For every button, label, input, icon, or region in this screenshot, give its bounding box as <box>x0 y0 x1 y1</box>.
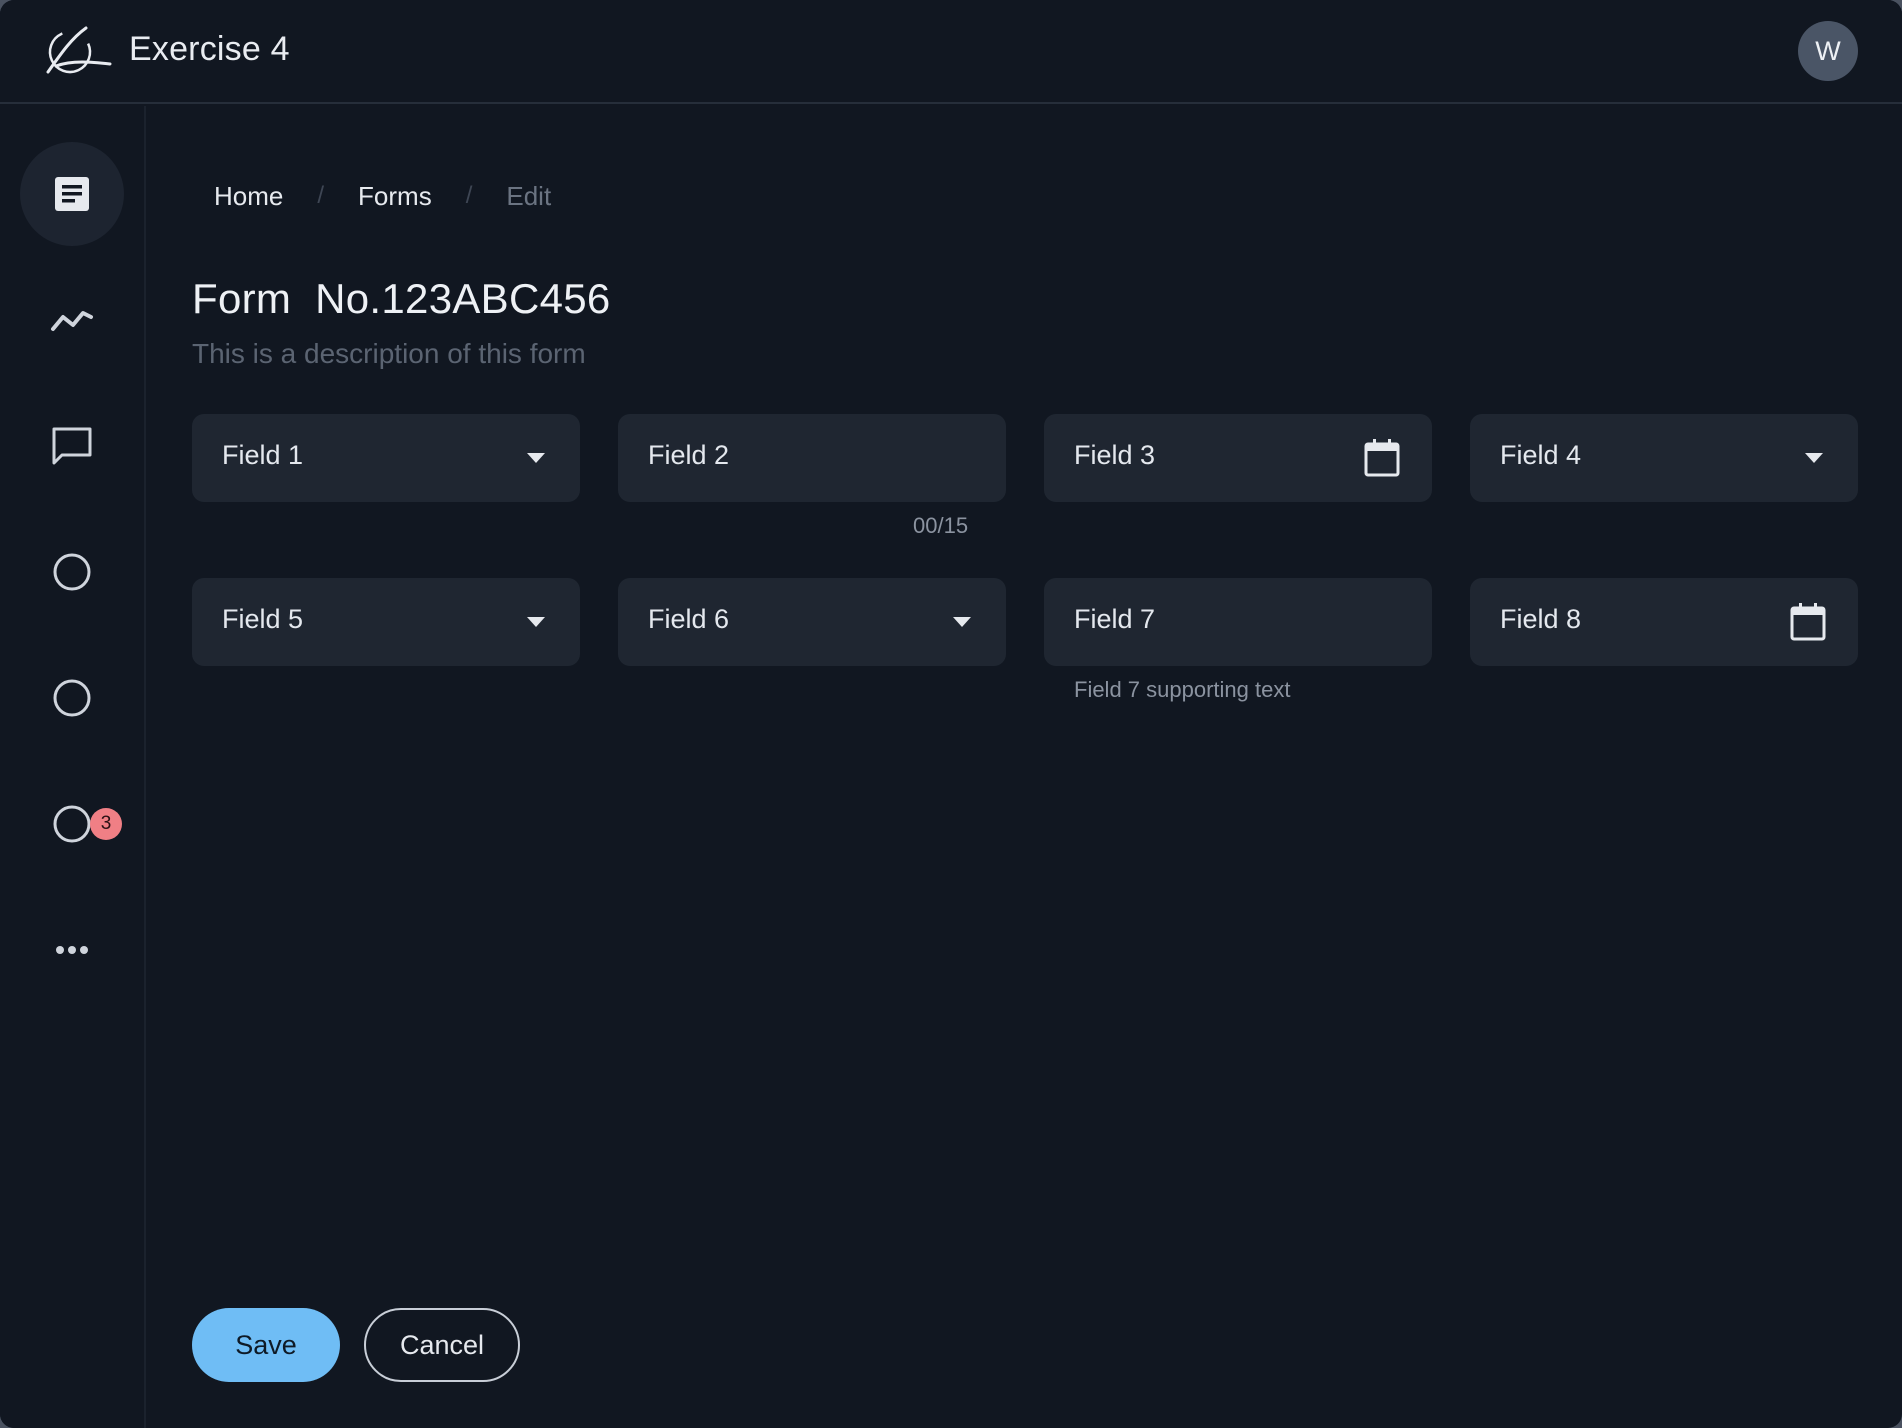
breadcrumb-forms[interactable]: Forms <box>358 181 432 212</box>
sidebar-item-placeholder-1[interactable] <box>20 520 124 624</box>
document-icon <box>55 177 89 211</box>
sidebar-item-messages[interactable] <box>20 394 124 498</box>
caret-down-icon <box>492 578 580 666</box>
field-label: Field 1 <box>222 440 304 470</box>
character-counter: 00/15 <box>913 513 969 538</box>
sidebar-item-notifications[interactable]: 3 <box>20 772 124 876</box>
breadcrumb-separator: / <box>465 182 473 209</box>
field-label: Field 2 <box>648 440 730 470</box>
field-4-select[interactable]: Field 4 <box>1470 414 1858 502</box>
sidebar-item-placeholder-2[interactable] <box>20 646 124 750</box>
calendar-icon[interactable] <box>1758 578 1858 666</box>
logo-icon <box>46 26 112 74</box>
field-label: Field 8 <box>1500 604 1582 634</box>
field-3-date[interactable]: Field 3 <box>1044 414 1432 502</box>
circle-icon <box>53 553 91 591</box>
notification-badge: 3 <box>90 808 122 840</box>
field-5-select[interactable]: Field 5 <box>192 578 580 666</box>
field-label: Field 5 <box>222 604 304 634</box>
top-bar: Exercise 4 W <box>0 0 1902 104</box>
sidebar-item-documents[interactable] <box>20 142 124 246</box>
cancel-button[interactable]: Cancel <box>364 1308 520 1382</box>
trend-line-icon <box>51 311 93 331</box>
field-label: Field 3 <box>1074 440 1156 470</box>
page-title: Form No.123ABC456 <box>192 275 611 322</box>
field-7-input[interactable]: Field 7 <box>1044 578 1432 666</box>
breadcrumb-home[interactable]: Home <box>214 181 283 212</box>
chat-icon <box>52 427 92 465</box>
circle-icon <box>53 805 91 843</box>
field-label: Field 6 <box>648 604 730 634</box>
page-description: This is a description of this form <box>192 338 586 369</box>
field-label: Field 7 <box>1074 604 1156 634</box>
sidebar-item-more[interactable] <box>20 898 124 1002</box>
field-6-select[interactable]: Field 6 <box>618 578 1006 666</box>
breadcrumb-current: Edit <box>506 180 552 211</box>
app-title: Exercise 4 <box>129 30 290 68</box>
circle-icon <box>53 679 91 717</box>
more-icon <box>56 946 88 954</box>
user-avatar[interactable]: W <box>1798 21 1858 81</box>
breadcrumb: Home / Forms / Edit <box>214 176 551 216</box>
breadcrumb-separator: / <box>317 182 325 209</box>
app-window: Exercise 4 W 3 Home / Forms / Edit Form … <box>0 0 1902 1428</box>
calendar-icon[interactable] <box>1332 414 1432 502</box>
caret-down-icon <box>1770 414 1858 502</box>
caret-down-icon <box>492 414 580 502</box>
field-1-select[interactable]: Field 1 <box>192 414 580 502</box>
sidebar: 3 <box>0 106 146 1428</box>
sidebar-item-analytics[interactable] <box>20 268 124 372</box>
field-2-input[interactable]: Field 2 <box>618 414 1006 502</box>
save-button[interactable]: Save <box>192 1308 340 1382</box>
caret-down-icon <box>918 578 1006 666</box>
field-8-date[interactable]: Field 8 <box>1470 578 1858 666</box>
field-label: Field 4 <box>1500 440 1582 470</box>
field-7-supporting-text: Field 7 supporting text <box>1074 677 1291 702</box>
